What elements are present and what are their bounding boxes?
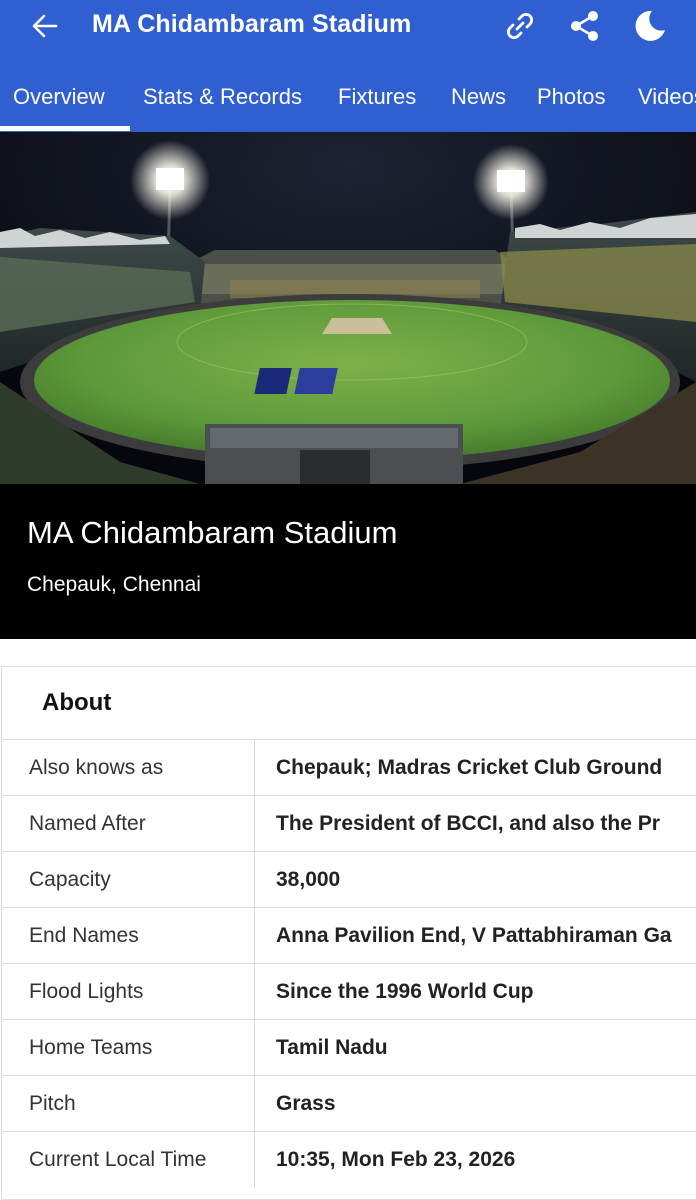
- share-icon: [567, 8, 603, 49]
- tab-bar: Overview Stats & Records Fixtures News P…: [0, 74, 696, 132]
- tab-videos[interactable]: Videos: [638, 84, 696, 110]
- tab-news[interactable]: News: [451, 84, 506, 110]
- row-label: Home Teams: [2, 1020, 255, 1076]
- row-label: Current Local Time: [2, 1132, 255, 1188]
- tab-overview[interactable]: Overview: [13, 84, 105, 110]
- row-label: Named After: [2, 796, 255, 852]
- row-value: The President of BCCI, and also the Pr: [276, 812, 660, 835]
- venue-banner: MA Chidambaram Stadium Chepauk, Chennai: [0, 484, 696, 639]
- row-value: Anna Pavilion End, V Pattabhiraman Ga: [276, 924, 672, 947]
- app-bar: MA Chidambaram Stadium Overview Stats & …: [0, 0, 696, 132]
- table-row: Current Local Time 10:35, Mon Feb 23, 20…: [2, 1131, 696, 1188]
- row-value: Since the 1996 World Cup: [276, 980, 534, 1003]
- arrow-left-icon: [30, 11, 60, 46]
- table-row: Home Teams Tamil Nadu: [2, 1019, 696, 1076]
- table-row: Named After The President of BCCI, and a…: [2, 795, 696, 852]
- page-title: MA Chidambaram Stadium: [92, 10, 412, 38]
- dark-mode-button[interactable]: [628, 6, 672, 50]
- row-label: Also knows as: [2, 740, 255, 796]
- row-label: Capacity: [2, 852, 255, 908]
- table-row: Flood Lights Since the 1996 World Cup: [2, 963, 696, 1020]
- about-card: About Also knows as Chepauk; Madras Cric…: [1, 666, 696, 1200]
- venue-location: Chepauk, Chennai: [27, 573, 201, 596]
- row-label: Flood Lights: [2, 964, 255, 1020]
- tab-fixtures[interactable]: Fixtures: [338, 84, 416, 110]
- table-row: End Names Anna Pavilion End, V Pattabhir…: [2, 907, 696, 964]
- row-value: 38,000: [276, 868, 341, 891]
- row-value: Tamil Nadu: [276, 1036, 388, 1059]
- row-label: End Names: [2, 908, 255, 964]
- active-tab-indicator: [0, 126, 130, 131]
- row-label: Pitch: [2, 1076, 255, 1132]
- table-row: Pitch Grass: [2, 1075, 696, 1132]
- about-heading: About: [42, 689, 112, 716]
- toolbar: MA Chidambaram Stadium: [0, 0, 696, 56]
- stadium-photo: [0, 132, 696, 484]
- row-value: Chepauk; Madras Cricket Club Ground: [276, 756, 663, 779]
- copy-link-button[interactable]: [498, 6, 542, 50]
- link-icon: [502, 8, 538, 49]
- moon-icon: [632, 8, 668, 49]
- row-value: Grass: [276, 1092, 336, 1115]
- tab-photos[interactable]: Photos: [537, 84, 606, 110]
- table-row: Capacity 38,000: [2, 851, 696, 908]
- back-button[interactable]: [24, 8, 66, 48]
- row-value: 10:35, Mon Feb 23, 2026: [276, 1148, 516, 1171]
- share-button[interactable]: [563, 6, 607, 50]
- table-row: Also knows as Chepauk; Madras Cricket Cl…: [2, 739, 696, 796]
- tab-stats-records[interactable]: Stats & Records: [143, 84, 302, 110]
- venue-name: MA Chidambaram Stadium: [27, 515, 398, 550]
